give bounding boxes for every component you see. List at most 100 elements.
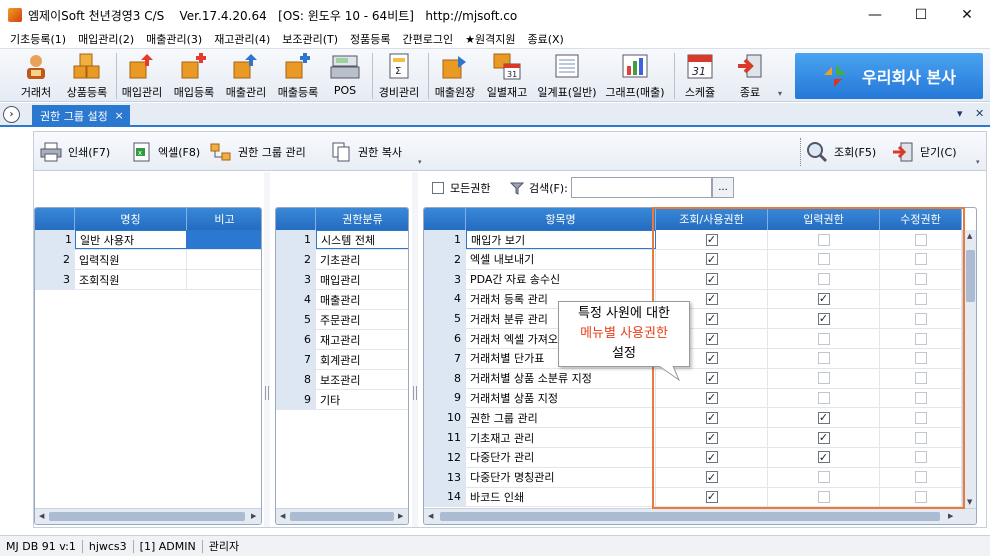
view-permission-checkbox[interactable]: ✓ [705, 471, 718, 484]
table-row[interactable]: 14 바코드 인쇄 ✓ [424, 487, 962, 508]
tab-permission-group[interactable]: 권한 그룹 설정 × [32, 105, 130, 127]
expense-button[interactable]: Σ 경비관리 [374, 51, 424, 101]
table-row[interactable]: 2 엑셀 내보내기 ✓ [424, 249, 962, 270]
menu-sales[interactable]: 매출관리(3) [140, 31, 208, 47]
tab-list-icon[interactable]: ▾ [957, 107, 963, 120]
table-row[interactable]: 6 재고관리 [276, 330, 408, 350]
table-row[interactable]: 5 주문관리 [276, 310, 408, 330]
sales-ledger-button[interactable]: 매출원장 [430, 51, 480, 101]
scroll-thumb[interactable] [440, 512, 940, 521]
sales-register-button[interactable]: 매출등록 [274, 51, 322, 101]
toolbar-overflow-icon[interactable]: ▾ [778, 89, 782, 98]
all-rights-checkbox[interactable]: 모든권한 [432, 180, 490, 196]
scroll-down-icon[interactable]: ▼ [967, 498, 972, 506]
edit-permission-checkbox[interactable] [914, 471, 927, 484]
table-row[interactable]: 8 거래처별 상품 소분류 지정 ✓ [424, 368, 962, 389]
menu-exit[interactable]: 종료(X) [521, 31, 569, 47]
category-name[interactable]: 매출관리 [316, 290, 408, 309]
input-permission-checkbox[interactable] [817, 253, 830, 266]
copy-permission-button[interactable]: 권한 복사 [330, 140, 402, 164]
minimize-button[interactable]: — [852, 0, 898, 30]
category-name[interactable]: 매입관리 [316, 270, 408, 289]
category-name[interactable]: 기초관리 [316, 250, 408, 269]
graph-button[interactable]: 그래프(매출) [602, 51, 668, 101]
menu-inventory[interactable]: 재고관리(4) [208, 31, 276, 47]
product-register-button[interactable]: 상품등록 [62, 51, 112, 101]
maximize-button[interactable]: ☐ [898, 0, 944, 30]
group-note[interactable] [187, 230, 261, 249]
edit-permission-checkbox[interactable] [914, 372, 927, 385]
horizontal-scrollbar[interactable]: ◀ ▶ [276, 508, 408, 524]
edit-permission-checkbox[interactable] [914, 292, 927, 305]
input-permission-checkbox[interactable] [817, 372, 830, 385]
edit-permission-checkbox[interactable] [914, 391, 927, 404]
col-view-permission[interactable]: 조회/사용권한 [656, 208, 768, 230]
edit-permission-checkbox[interactable] [914, 431, 927, 444]
table-row[interactable]: 9 기타 [276, 390, 408, 410]
search-button[interactable]: 조회(F5) [806, 140, 876, 164]
view-permission-checkbox[interactable]: ✓ [705, 273, 718, 286]
tab-close-icon[interactable]: × [115, 109, 124, 122]
table-row[interactable]: 7 회계관리 [276, 350, 408, 370]
pos-button[interactable]: POS [326, 51, 364, 101]
scroll-left-icon[interactable]: ◀ [428, 512, 433, 520]
exit-button[interactable]: 종료 [728, 51, 772, 101]
daily-report-button[interactable]: 일계표(일반) [534, 51, 600, 101]
category-name[interactable]: 기타 [316, 390, 408, 409]
input-permission-checkbox[interactable] [817, 233, 830, 246]
category-name[interactable]: 회계관리 [316, 350, 408, 369]
view-permission-checkbox[interactable]: ✓ [705, 233, 718, 246]
edit-permission-checkbox[interactable] [914, 332, 927, 345]
purchase-register-button[interactable]: 매입등록 [170, 51, 218, 101]
scroll-thumb[interactable] [49, 512, 245, 521]
input-permission-checkbox[interactable]: ✓ [817, 431, 830, 444]
table-row[interactable]: 1 일반 사용자 [35, 230, 261, 250]
input-permission-checkbox[interactable] [817, 471, 830, 484]
view-permission-checkbox[interactable]: ✓ [705, 372, 718, 385]
input-permission-checkbox[interactable]: ✓ [817, 411, 830, 424]
group-note[interactable] [187, 270, 261, 289]
view-permission-checkbox[interactable]: ✓ [705, 431, 718, 444]
table-row[interactable]: 3 매입관리 [276, 270, 408, 290]
view-permission-checkbox[interactable]: ✓ [705, 490, 718, 503]
table-row[interactable]: 7 거래처별 단가표 ✓ [424, 348, 962, 369]
table-row[interactable]: 10 권한 그룹 관리 ✓ ✓ [424, 408, 962, 429]
view-permission-checkbox[interactable]: ✓ [705, 332, 718, 345]
edit-permission-checkbox[interactable] [914, 273, 927, 286]
scroll-left-icon[interactable]: ◀ [280, 512, 285, 520]
scroll-up-icon[interactable]: ▲ [967, 232, 972, 240]
horizontal-scrollbar[interactable]: ◀ ▶ [35, 508, 261, 524]
menu-basic[interactable]: 기초등록(1) [4, 31, 72, 47]
view-permission-checkbox[interactable]: ✓ [705, 391, 718, 404]
table-row[interactable]: 9 거래처별 상품 지정 ✓ [424, 388, 962, 409]
table-row[interactable]: 11 기초재고 관리 ✓ ✓ [424, 428, 962, 448]
table-row[interactable]: 2 기초관리 [276, 250, 408, 270]
input-permission-checkbox[interactable] [817, 391, 830, 404]
input-permission-checkbox[interactable] [817, 490, 830, 503]
daily-stock-button[interactable]: 31 일별재고 [482, 51, 532, 101]
scroll-right-icon[interactable]: ▶ [948, 512, 953, 520]
customer-button[interactable]: 거래처 [14, 51, 58, 101]
menu-remote-support[interactable]: ★원격지원 [459, 31, 521, 47]
view-permission-checkbox[interactable]: ✓ [705, 312, 718, 325]
table-row[interactable]: 4 거래처 등록 관리 ✓ ✓ [424, 289, 962, 310]
category-name[interactable]: 보조관리 [316, 370, 408, 389]
close-all-tabs-icon[interactable]: ✕ [975, 107, 984, 120]
view-permission-checkbox[interactable]: ✓ [705, 352, 718, 365]
table-row[interactable]: 3 PDA간 자료 송수신 ✓ [424, 269, 962, 290]
menu-auxiliary[interactable]: 보조관리(T) [276, 31, 344, 47]
panel-toggle-icon[interactable]: › [3, 106, 20, 123]
vertical-scrollbar[interactable]: ▲ ▼ [962, 230, 976, 510]
scroll-right-icon[interactable]: ▶ [398, 512, 403, 520]
search-browse-button[interactable]: ... [712, 177, 734, 198]
view-permission-checkbox[interactable]: ✓ [705, 253, 718, 266]
category-name[interactable]: 시스템 전체 [316, 230, 408, 249]
menu-license[interactable]: 정품등록 [344, 31, 396, 47]
schedule-button[interactable]: 31 스케쥴 [678, 51, 722, 101]
search-input[interactable] [571, 177, 712, 198]
col-note[interactable]: 비고 [187, 208, 261, 230]
table-row[interactable]: 4 매출관리 [276, 290, 408, 310]
table-row[interactable]: 1 매입가 보기 ✓ [424, 230, 962, 250]
menu-quick-login[interactable]: 간편로그인 [397, 31, 460, 47]
input-permission-checkbox[interactable] [817, 273, 830, 286]
